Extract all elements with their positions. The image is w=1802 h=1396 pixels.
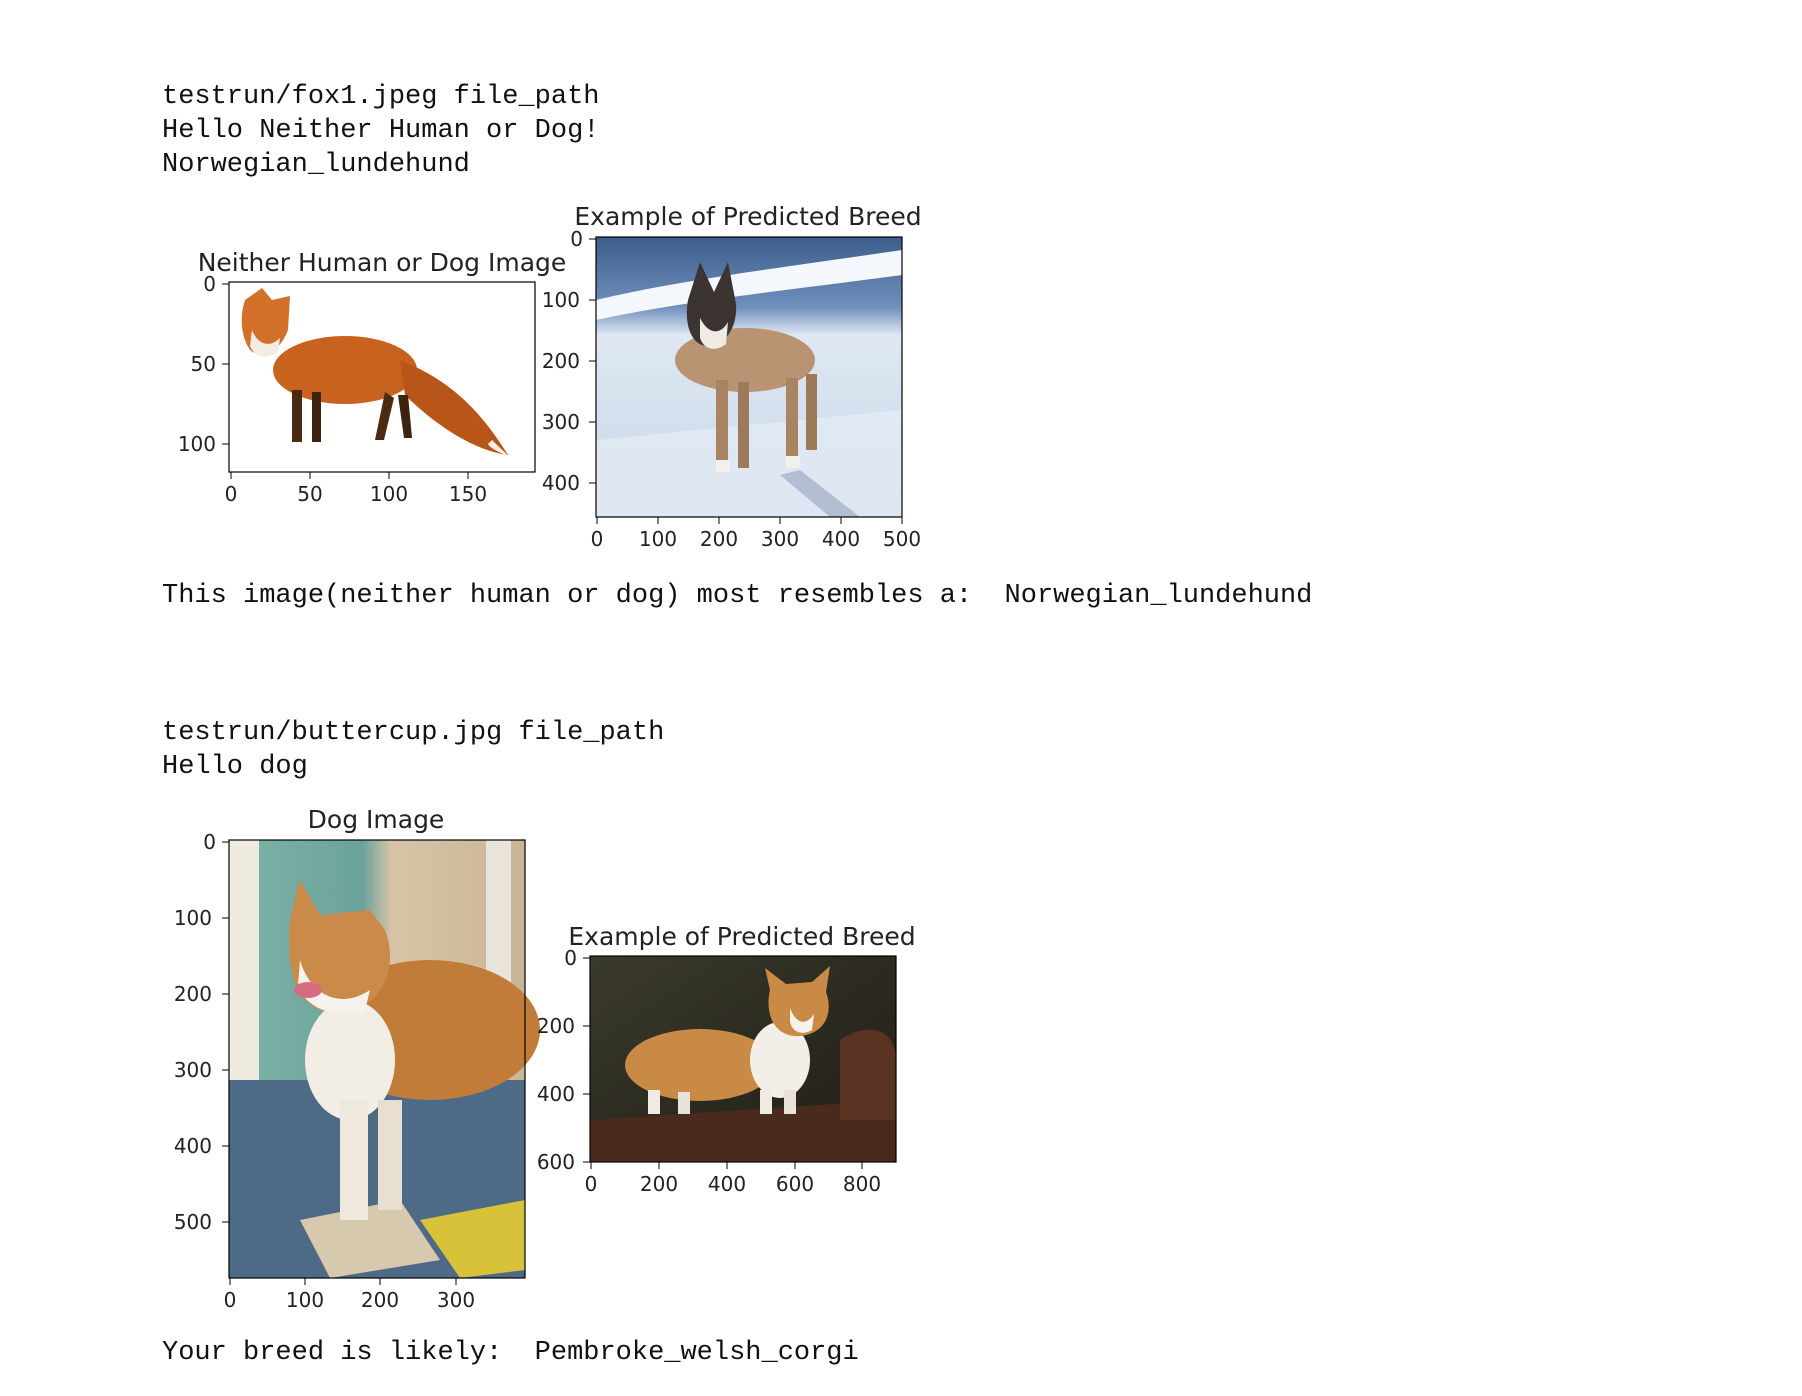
x-tick-label: 0 [225,482,238,506]
lundehund-image [596,237,902,517]
figure-neither-human-or-dog: Neither Human or Dog Image 0 50 100 0 50… [178,248,566,506]
y-tick-label: 200 [542,349,580,373]
y-tick-label: 300 [542,410,580,434]
y-tick-label: 0 [570,227,583,251]
x-tick-label: 100 [286,1288,324,1312]
x-tick-label: 0 [585,1172,598,1196]
x-tick-label: 0 [591,527,604,551]
figure-predicted-breed-1: Example of Predicted Breed 0 100 200 300… [542,202,922,551]
figure-title: Example of Predicted Breed [568,922,915,951]
x-tick-label: 400 [822,527,860,551]
output-result-2: Your breed is likely: Pembroke_welsh_cor… [162,1338,859,1368]
y-axis: 0 200 400 600 [537,946,590,1174]
x-tick-label: 600 [776,1172,814,1196]
x-tick-label: 150 [449,482,487,506]
y-tick-label: 0 [203,830,216,854]
y-axis: 0 50 100 [178,272,229,456]
output-line-file-path-2: testrun/buttercup.jpg file_path [162,718,665,748]
y-tick-label: 100 [178,432,216,456]
figure-title: Dog Image [308,805,445,834]
y-tick-label: 400 [537,1082,575,1106]
y-tick-label: 500 [174,1210,212,1234]
fox-image [229,282,535,472]
x-tick-label: 300 [437,1288,475,1312]
x-tick-label: 100 [639,527,677,551]
figures-svg: Neither Human or Dog Image 0 50 100 0 50… [174,202,922,1312]
x-axis: 0 200 400 600 800 [585,1162,881,1196]
y-tick-label: 300 [174,1058,212,1082]
y-axis: 0 100 200 300 400 500 [174,830,229,1234]
y-tick-label: 600 [537,1150,575,1174]
y-tick-label: 50 [191,352,216,376]
x-axis: 0 50 100 150 [225,472,487,506]
x-tick-label: 500 [883,527,921,551]
x-axis: 0 100 200 300 400 500 [591,517,921,551]
x-tick-label: 200 [640,1172,678,1196]
x-axis: 0 100 200 300 [224,1278,475,1312]
x-tick-label: 400 [708,1172,746,1196]
output-line-greeting-2: Hello dog [162,752,308,782]
corgi-image [590,956,896,1162]
y-tick-label: 400 [174,1134,212,1158]
y-tick-label: 200 [537,1014,575,1038]
x-tick-label: 200 [700,527,738,551]
x-tick-label: 100 [370,482,408,506]
figure-title: Neither Human or Dog Image [198,248,567,277]
output-result-1: This image(neither human or dog) most re… [162,581,1313,611]
figure-dog-image: Dog Image 0 100 200 300 400 500 0 100 20… [174,805,540,1312]
x-tick-label: 50 [297,482,322,506]
figure-predicted-breed-2: Example of Predicted Breed 0 200 400 600 [537,922,916,1196]
y-tick-label: 0 [564,946,577,970]
y-tick-label: 400 [542,471,580,495]
y-tick-label: 200 [174,982,212,1006]
y-tick-label: 100 [174,906,212,930]
x-tick-label: 300 [761,527,799,551]
y-tick-label: 100 [542,288,580,312]
buttercup-image [229,840,540,1278]
x-tick-label: 0 [224,1288,237,1312]
x-tick-label: 800 [843,1172,881,1196]
figure-title: Example of Predicted Breed [574,202,921,231]
x-tick-label: 200 [361,1288,399,1312]
y-tick-label: 0 [203,272,216,296]
